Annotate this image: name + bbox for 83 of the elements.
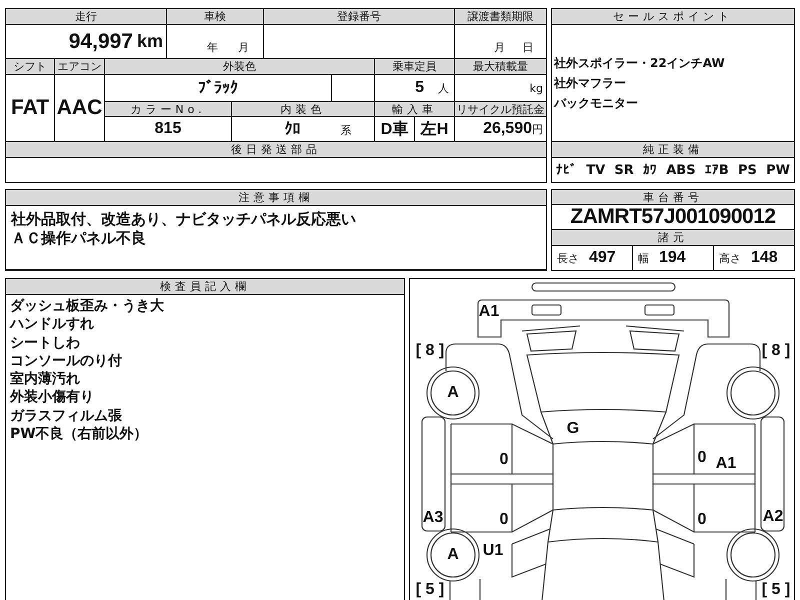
mileage-label: 走行 [6, 9, 166, 24]
shift-label: シフト [6, 59, 54, 74]
color-suffix: 系 [340, 123, 352, 138]
inspection-label: 車検 [167, 9, 263, 24]
later-parts-label: 後日発送部品 [6, 142, 546, 157]
spec-label: 高さ [719, 250, 741, 266]
air-conditioner-label: エアコン [55, 59, 104, 74]
exterior-color-value: ﾌﾞﾗｯｸ [105, 75, 331, 101]
import-label: 輸入車 [375, 102, 454, 116]
month-unit: 月 [238, 40, 249, 55]
exterior-color-label: 外装色 [105, 59, 374, 74]
transfer-deadline-label: 譲渡書類期限 [455, 9, 546, 24]
sale-points-label: セールスポイント [552, 9, 794, 24]
color-number-value: 815 [105, 117, 231, 141]
diagram-label: 0 [500, 512, 508, 528]
shift-value: FAT [6, 75, 54, 141]
interior-color-label: 内装色 [232, 102, 374, 116]
month-unit: 月 [494, 40, 505, 55]
diagram-label: A2 [762, 509, 784, 525]
sale-point-text: 社外スポイラー・22インチAW [554, 55, 725, 72]
recycle-fee-label: リサイクル預託金 [455, 102, 546, 116]
equipment-item: PW [766, 162, 790, 178]
inspector-notes-label: 検査員記入欄 [6, 279, 404, 294]
diagram-label: [ 8 ] [762, 343, 790, 359]
inspector-note-text: シートしわ [10, 334, 80, 352]
chassis-number-value: ZAMRT57J001090012 [552, 205, 794, 229]
inspector-note-text: ダッシュ板歪み・うき大 [10, 297, 164, 316]
notes-label: 注意事項欄 [6, 190, 546, 205]
max-load-label: 最大積載量 [455, 59, 546, 74]
diagram-label: A [447, 385, 459, 401]
equipment-item: TV [586, 162, 606, 178]
capacity-label: 乗車定員 [375, 59, 454, 74]
color-number-label: カラーNo. [105, 102, 231, 116]
spec-value: 148 [751, 249, 778, 267]
import-value: 左H [415, 117, 454, 141]
spec-value: 497 [589, 249, 616, 267]
chassis-number-label: 車台番号 [552, 190, 794, 204]
interior-color-value: ｸﾛ [284, 120, 300, 138]
air-conditioner-value: AAC [55, 75, 104, 141]
diagram-label: A1 [478, 304, 500, 320]
year-unit: 年 [207, 40, 218, 55]
day-unit: 日 [522, 40, 534, 55]
note-text: ＡＣ操作パネル不良 [11, 229, 146, 248]
spec-label: 幅 [638, 250, 649, 266]
diagram-label: G [566, 421, 580, 437]
inspector-note-text: 室内薄汚れ [10, 370, 80, 388]
equipment-item: ﾅﾋﾞ [556, 162, 577, 178]
inspector-note-text: 外装小傷有り [10, 388, 94, 407]
inspector-note-text: コンソールのり付 [10, 352, 122, 370]
inspector-note-text: ハンドルすれ [10, 315, 94, 334]
diagram-label: [ 8 ] [416, 343, 444, 359]
registration-label: 登録番号 [264, 9, 454, 24]
import-value: D車 [375, 117, 414, 141]
inspector-note-text: PW不良（右前以外） [10, 425, 148, 444]
diagram-label: A [447, 547, 459, 563]
spec-value: 194 [659, 249, 686, 267]
diagram-label: 0 [500, 452, 508, 468]
diagram-label: [ 5 ] [416, 582, 444, 598]
diagram-label: U1 [482, 543, 504, 559]
equipment-label: 純正装備 [552, 142, 794, 157]
note-text: 社外品取付、改造あり、ナビタッチパネル反応悪い [11, 210, 356, 229]
max-load-unit: kg [455, 75, 546, 101]
diagram-label: 0 [698, 512, 706, 528]
recycle-fee-value: 26,590 [483, 120, 532, 138]
diagram-label: 0 [698, 450, 706, 466]
specs-label: 諸元 [552, 230, 794, 245]
spec-label: 長さ [557, 250, 579, 266]
inspector-note-text: ガラスフィルム張 [10, 406, 122, 426]
sale-point-text: 社外マフラー [554, 75, 626, 92]
capacity-value: 5 [415, 79, 424, 97]
equipment-item: PS [738, 162, 757, 178]
mileage-unit: km [136, 31, 163, 52]
equipment-item: ABS [666, 162, 696, 178]
capacity-unit: 人 [438, 80, 449, 96]
diagram-label: A1 [716, 456, 736, 472]
sale-point-text: バックモニター [554, 95, 638, 112]
recycle-fee-unit: 円 [532, 122, 543, 136]
equipment-item: ｴｱB [704, 162, 729, 178]
equipment-item: SR [614, 162, 634, 178]
diagram-label: A3 [422, 510, 444, 526]
equipment-item: ｶﾜ [643, 162, 658, 178]
mileage-value: 94,997 [68, 30, 133, 54]
diagram-label: [ 5 ] [762, 582, 790, 598]
